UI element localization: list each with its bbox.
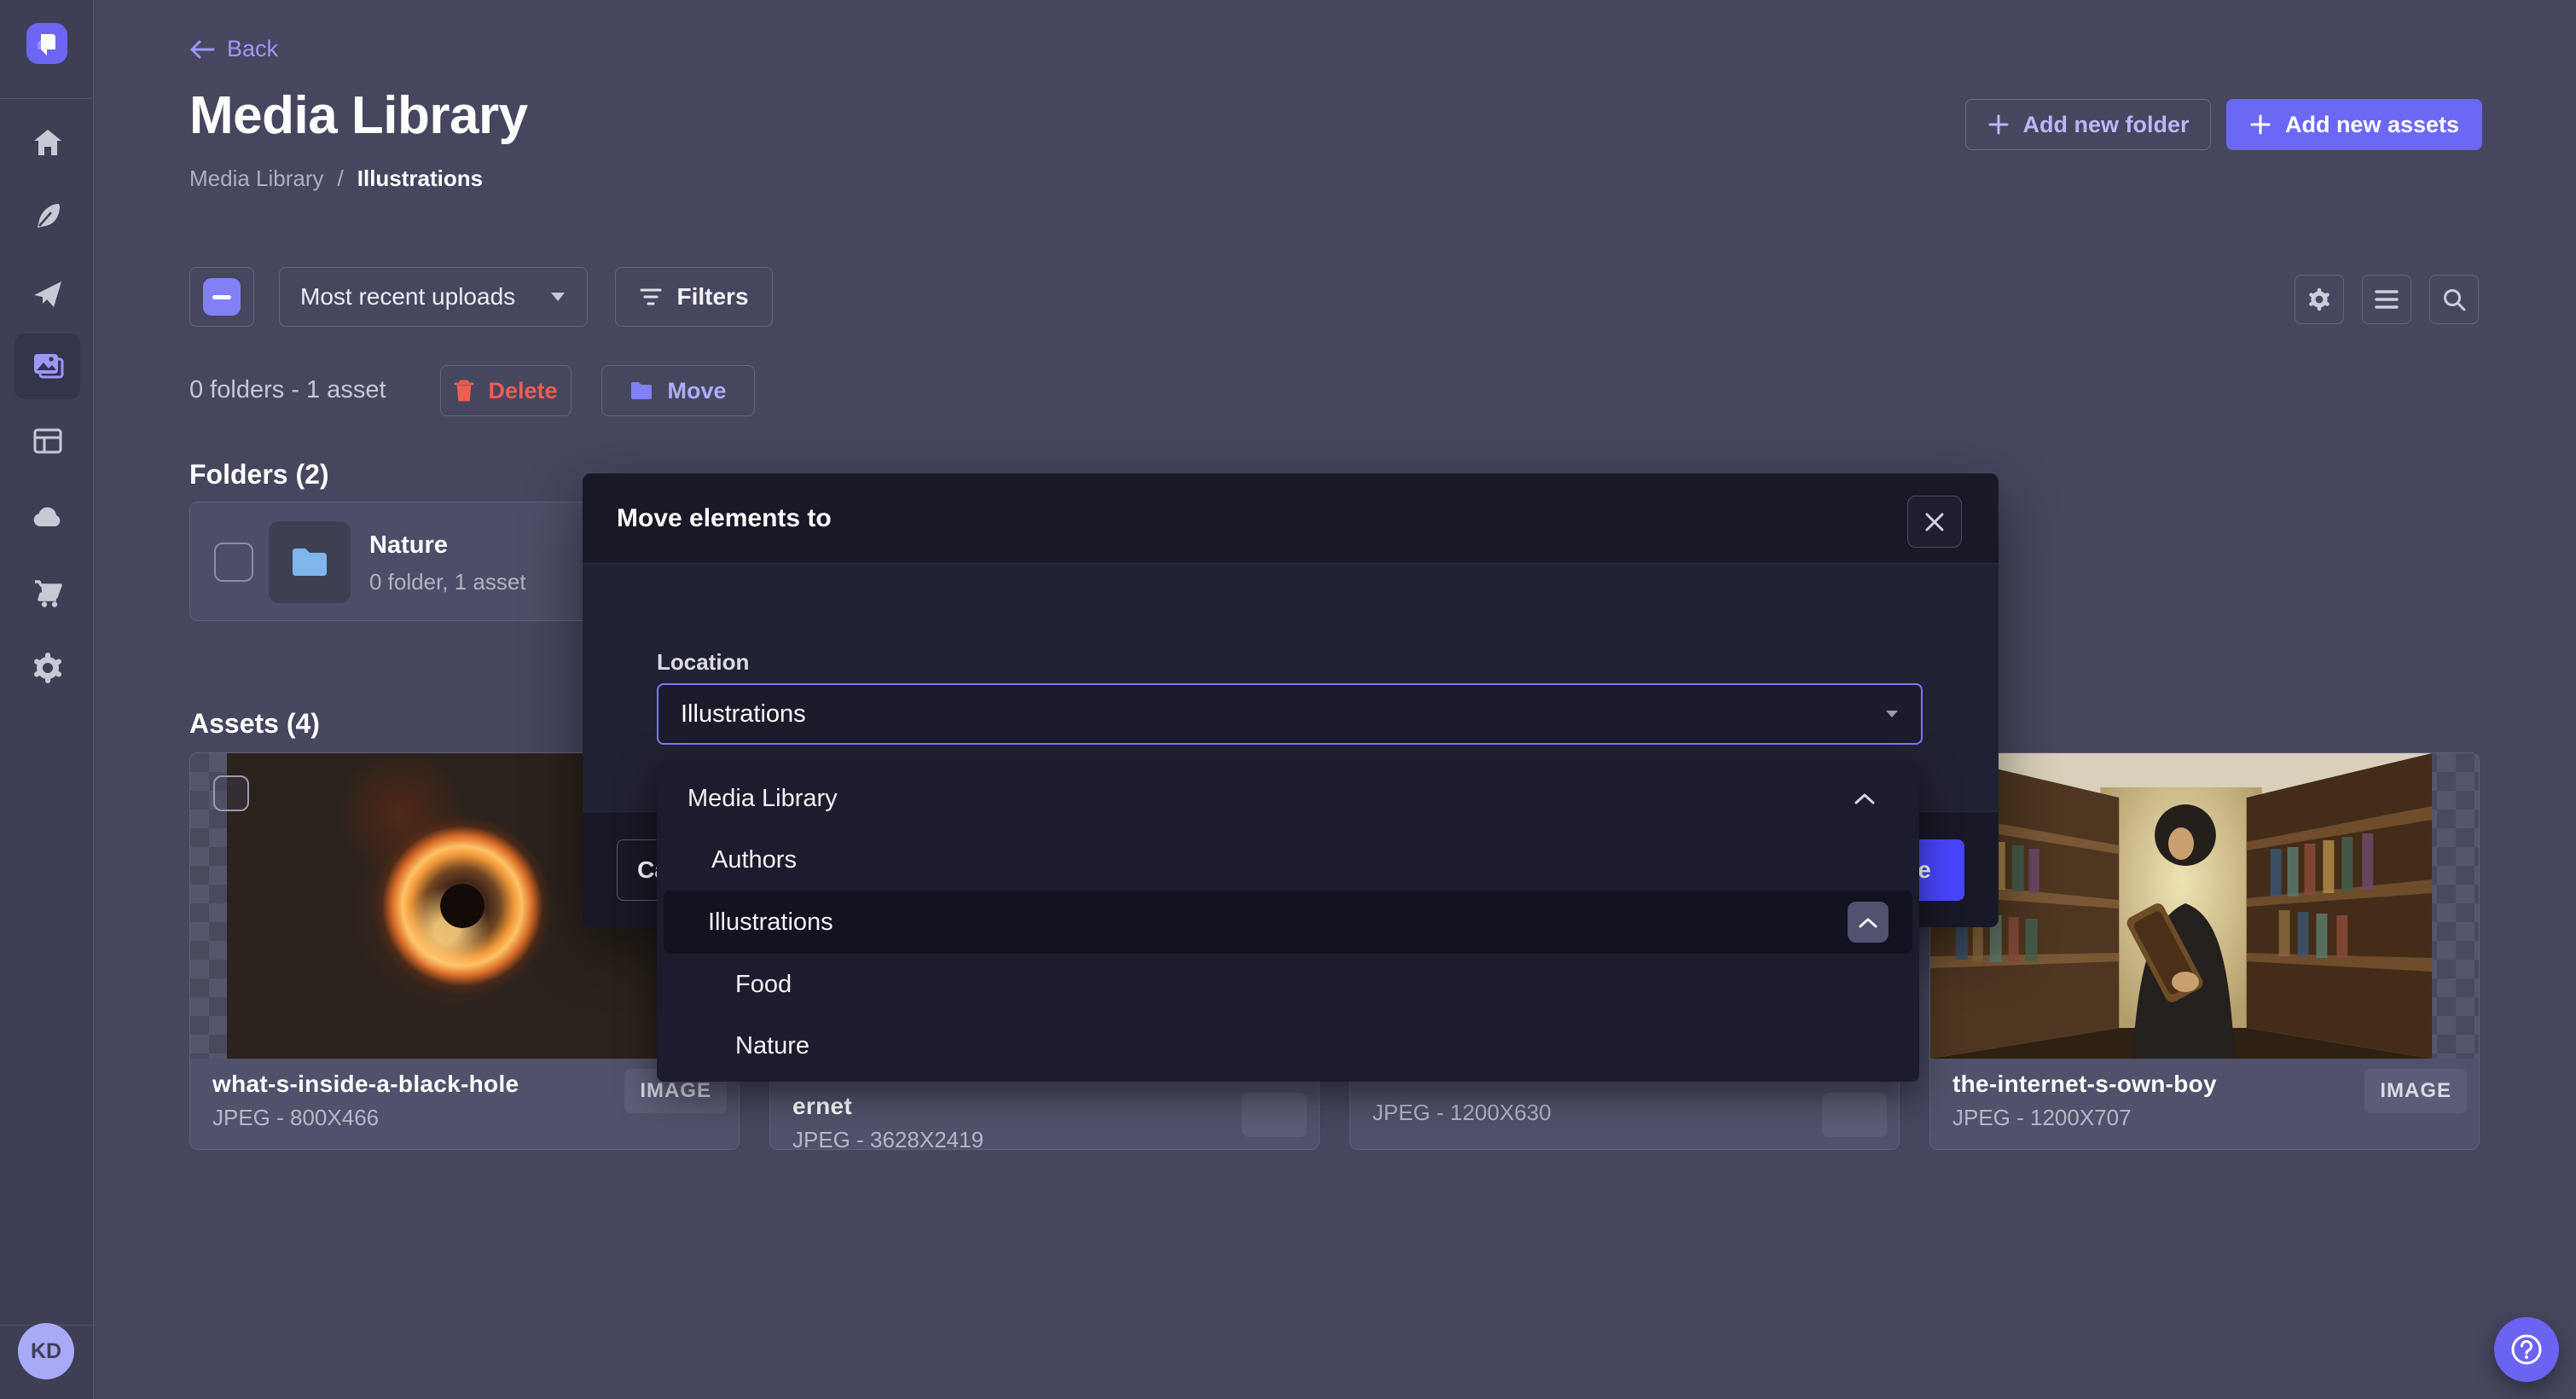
asset-type-badge: [1242, 1093, 1307, 1137]
dropdown-option-nature[interactable]: Nature: [657, 1015, 1919, 1077]
dropdown-option-illustrations-selected[interactable]: Illustrations: [664, 891, 1912, 954]
sort-dropdown-value: Most recent uploads: [300, 283, 549, 311]
caret-down-icon: [1885, 710, 1899, 718]
folder-checkbox[interactable]: [214, 543, 253, 582]
folder-icon: [290, 546, 329, 578]
delete-label: Delete: [488, 378, 557, 404]
add-new-assets-button[interactable]: Add new assets: [2226, 99, 2482, 150]
add-new-assets-label: Add new assets: [2285, 112, 2459, 138]
move-button[interactable]: Move: [601, 365, 755, 416]
modal-title: Move elements to: [617, 504, 832, 533]
dropdown-option-authors[interactable]: Authors: [657, 829, 1919, 891]
user-avatar[interactable]: KD: [18, 1323, 74, 1379]
caret-down-icon: [549, 291, 566, 303]
folder-icon: [629, 380, 653, 401]
dropdown-option-label: Media Library: [688, 785, 838, 813]
library-photo-illustration: [1930, 753, 2432, 1059]
dropdown-option-label: Nature: [735, 1032, 809, 1060]
folder-name: Nature: [369, 531, 448, 560]
sidebar-item-media-library[interactable]: [15, 334, 80, 399]
dropdown-option-food[interactable]: Food: [657, 954, 1919, 1015]
list-icon: [2374, 289, 2399, 310]
add-new-folder-label: Add new folder: [2023, 112, 2190, 138]
help-button[interactable]: [2494, 1317, 2559, 1382]
indeterminate-checkbox-icon: [203, 278, 241, 316]
sidebar-item-settings[interactable]: [15, 635, 80, 700]
strapi-logo[interactable]: [26, 23, 67, 64]
layout-icon: [28, 421, 67, 461]
page-title: Media Library: [189, 85, 528, 146]
assets-heading: Assets (4): [189, 708, 320, 740]
breadcrumb-separator: /: [338, 165, 344, 191]
grid-settings-button[interactable]: [2295, 275, 2344, 324]
sidebar-divider-top: [0, 98, 94, 99]
asset-type-badge: [1822, 1093, 1887, 1137]
media-library-icon: [27, 346, 68, 387]
list-view-button[interactable]: [2362, 275, 2411, 324]
media-library-page: KD Back Media Library Media Library / Illu…: [0, 0, 2576, 1399]
back-label: Back: [227, 36, 278, 62]
collapse-children-button[interactable]: [1848, 902, 1888, 943]
dropdown-option-label: Illustrations: [664, 908, 833, 937]
location-combobox[interactable]: Illustrations: [657, 683, 1923, 745]
location-combobox-value: Illustrations: [681, 700, 1885, 729]
breadcrumb: Media Library / Illustrations: [189, 165, 483, 192]
asset-meta: JPEG - 1200X630: [1372, 1100, 1877, 1126]
help-icon: [2509, 1332, 2544, 1367]
gear-icon: [2305, 285, 2334, 314]
close-icon: [1923, 511, 1946, 533]
search-button[interactable]: [2429, 275, 2479, 324]
dropdown-option-label: Authors: [711, 846, 797, 874]
location-dropdown-list: Media Library Authors Illustrations Food…: [657, 761, 1919, 1082]
search-icon: [2441, 287, 2467, 312]
folder-icon-tile: [269, 521, 351, 603]
cart-icon: [28, 573, 67, 612]
select-all-checkbox[interactable]: [189, 267, 254, 327]
plus-icon: [2249, 113, 2271, 136]
strapi-logo-glyph: [26, 23, 67, 64]
cloud-icon: [28, 497, 67, 537]
dropdown-option-media-library[interactable]: Media Library: [657, 768, 1919, 829]
asset-thumbnail: [1930, 753, 2479, 1059]
asset-card-internet-s-own-boy[interactable]: the-internet-s-own-boy JPEG - 1200X707 I…: [1929, 752, 2480, 1150]
add-new-folder-button[interactable]: Add new folder: [1965, 99, 2211, 150]
sidebar-item-home[interactable]: [15, 109, 80, 175]
location-label: Location: [657, 649, 749, 676]
breadcrumb-root[interactable]: Media Library: [189, 165, 324, 191]
sort-dropdown[interactable]: Most recent uploads: [279, 267, 588, 327]
selection-count: 0 folders - 1 asset: [189, 376, 386, 404]
filter-icon: [639, 287, 663, 306]
sidebar-item-deploy[interactable]: [15, 484, 80, 549]
folders-heading: Folders (2): [189, 459, 329, 491]
delete-button[interactable]: Delete: [440, 365, 571, 416]
dropdown-option-label: Food: [735, 971, 792, 999]
chevron-up-icon: [1859, 917, 1877, 928]
paper-plane-icon: [28, 274, 67, 313]
asset-type-badge: IMAGE: [2364, 1069, 2467, 1113]
library-photo: [1930, 753, 2432, 1059]
modal-close-button[interactable]: [1907, 496, 1962, 548]
chevron-up-icon: [1854, 792, 1875, 804]
gear-icon: [28, 648, 67, 688]
sidebar-item-content-type-builder[interactable]: [15, 408, 80, 473]
filters-button[interactable]: Filters: [615, 267, 773, 327]
filters-label: Filters: [676, 283, 748, 311]
trash-icon: [454, 379, 474, 403]
asset-title: ernet: [792, 1093, 1297, 1120]
plus-icon: [1987, 113, 2010, 136]
sidebar-item-releases[interactable]: [15, 260, 80, 326]
feather-icon: [28, 196, 67, 235]
sidebar-item-marketplace[interactable]: [15, 560, 80, 625]
sidebar-item-content[interactable]: [15, 183, 80, 248]
back-arrow-icon: [189, 39, 215, 60]
asset-meta: JPEG - 3628X2419: [792, 1127, 1297, 1150]
home-icon: [28, 123, 67, 162]
move-label: Move: [667, 378, 726, 404]
sidebar: KD: [0, 0, 94, 1399]
breadcrumb-current: Illustrations: [357, 165, 483, 191]
modal-header: Move elements to: [583, 473, 1999, 564]
back-link[interactable]: Back: [189, 36, 278, 62]
folder-meta: 0 folder, 1 asset: [369, 569, 526, 595]
asset-checkbox[interactable]: [213, 775, 249, 811]
